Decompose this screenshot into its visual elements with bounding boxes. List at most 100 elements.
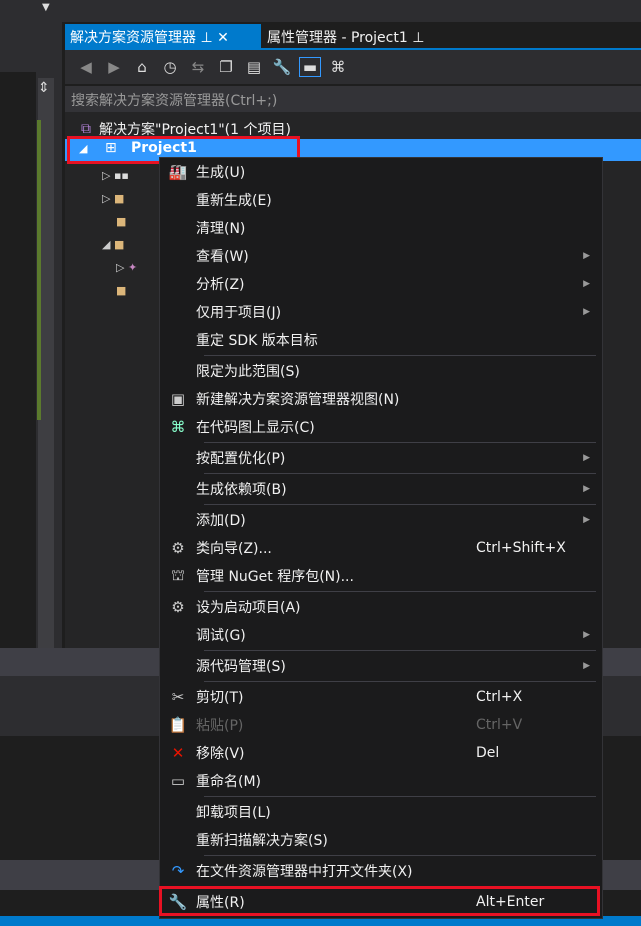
editor-area — [0, 72, 36, 648]
menu-item[interactable]: ⚙ 设为启动项目(A) — [160, 593, 602, 621]
toolbar: ◀ ▶ ⌂ ◷ ⇆ ❐ ▤ 🔧 ▬ ⌘ — [65, 50, 641, 84]
menu-item[interactable]: ✕ 移除(V) Del — [160, 739, 602, 767]
tab-label: 解决方案资源管理器 — [70, 30, 196, 46]
tab-label: 属性管理器 - Project1 — [267, 30, 408, 46]
submenu-arrow-icon: ▶ — [583, 630, 590, 640]
submenu-arrow-icon: ▶ — [583, 661, 590, 671]
code-map-icon[interactable]: ⌘ — [327, 58, 349, 76]
menu-item[interactable]: ↷ 在文件资源管理器中打开文件夹(X) — [160, 857, 602, 885]
new-view-icon: ▣ — [170, 390, 186, 408]
paste-icon: 📋 — [168, 716, 188, 734]
submenu-arrow-icon: ▶ — [583, 453, 590, 463]
folder-icon: ■ — [116, 215, 127, 228]
menu-item[interactable]: ⚙ 类向导(Z)... Ctrl+Shift+X — [160, 534, 602, 562]
menu-item-label: 粘贴(P) — [196, 718, 244, 734]
menu-item-label: 限定为此范围(S) — [196, 364, 300, 380]
submenu-arrow-icon: ▶ — [583, 279, 590, 289]
tree-children: ▷ ▪▪ ▷ ■ ■ ◢ ■ ▷ ✦ ■ — [102, 164, 137, 302]
top-strip — [0, 0, 641, 22]
menu-item[interactable]: 分析(Z) ▶ — [160, 270, 602, 298]
expand-icon[interactable]: ◢ ■ — [102, 233, 137, 256]
pin-icon[interactable]: ⊥ — [200, 30, 212, 46]
menu-item[interactable]: 重新生成(E) — [160, 186, 602, 214]
menu-item[interactable]: 卸载项目(L) — [160, 798, 602, 826]
show-all-files-icon[interactable]: ▤ — [243, 58, 265, 76]
menu-item[interactable]: 仅用于项目(J) ▶ — [160, 298, 602, 326]
menu-item-shortcut: Del — [476, 745, 500, 761]
menu-item-label: 管理 NuGet 程序包(N)... — [196, 569, 354, 585]
expand-icon[interactable]: ▷ ■ — [102, 187, 137, 210]
menu-item[interactable]: 添加(D) ▶ — [160, 506, 602, 534]
submenu-arrow-icon: ▶ — [583, 515, 590, 525]
back-icon[interactable]: ◀ — [75, 58, 97, 76]
menu-item-label: 添加(D) — [196, 513, 246, 529]
properties-wrench-icon[interactable]: 🔧 — [271, 58, 293, 76]
menu-item[interactable]: 查看(W) ▶ — [160, 242, 602, 270]
menu-item[interactable]: ✂ 剪切(T) Ctrl+X — [160, 683, 602, 711]
rename-icon: ▭ — [170, 772, 186, 790]
menu-item-label: 移除(V) — [196, 746, 245, 762]
code-map-icon: ⌘ — [170, 418, 186, 436]
class-wizard-icon: ⚙ — [171, 539, 185, 557]
menu-item[interactable]: 📋 粘贴(P) Ctrl+V — [160, 711, 602, 739]
menu-item[interactable]: ⌘ 在代码图上显示(C) — [160, 413, 602, 441]
menu-item-label: 重命名(M) — [196, 774, 262, 790]
highlight-box-properties — [159, 886, 600, 916]
menu-item-label: 仅用于项目(J) — [196, 305, 282, 321]
submenu-arrow-icon: ▶ — [583, 251, 590, 261]
gear-icon: ⚙ — [171, 598, 185, 616]
split-icon[interactable]: ⇕ — [38, 80, 50, 96]
remove-icon: ✕ — [171, 744, 185, 762]
nuget-icon: ⛫ — [171, 566, 185, 584]
menu-item-shortcut: Ctrl+X — [476, 689, 523, 705]
menu-item[interactable]: 按配置优化(P) ▶ — [160, 444, 602, 472]
history-icon[interactable]: ◷ — [159, 58, 181, 76]
menu-item-label: 按配置优化(P) — [196, 451, 286, 467]
preview-icon[interactable]: ▬ — [299, 57, 321, 77]
forward-icon[interactable]: ▶ — [103, 58, 125, 76]
collapse-all-icon[interactable]: ❐ — [215, 58, 237, 76]
menu-item-label: 设为启动项目(A) — [196, 600, 301, 616]
sync-icon[interactable]: ⇆ — [187, 58, 209, 76]
menu-item-label: 剪切(T) — [196, 690, 244, 706]
menu-item-label: 清理(N) — [196, 221, 246, 237]
close-icon[interactable]: ✕ — [217, 30, 229, 46]
menu-item[interactable]: 源代码管理(S) ▶ — [160, 652, 602, 680]
menu-item[interactable]: 调试(G) ▶ — [160, 621, 602, 649]
menu-item-label: 重定 SDK 版本目标 — [196, 333, 318, 349]
menu-item-label: 查看(W) — [196, 249, 249, 265]
menu-item-label: 在代码图上显示(C) — [196, 420, 315, 436]
solution-icon: ⧉ — [81, 121, 91, 137]
menu-item-label: 卸载项目(L) — [196, 805, 271, 821]
menu-item-label: 分析(Z) — [196, 277, 245, 293]
dropdown-arrow-icon[interactable]: ▼ — [42, 2, 50, 13]
pin-icon[interactable]: ⊥ — [412, 30, 424, 46]
expand-icon[interactable]: ▷ ✦ — [102, 256, 137, 279]
menu-item-label: 调试(G) — [196, 628, 246, 644]
menu-item-label: 生成(U) — [196, 165, 246, 181]
expand-icon[interactable]: ▷ ▪▪ — [102, 164, 137, 187]
search-input[interactable]: 搜索解决方案资源管理器(Ctrl+;) — [65, 86, 641, 112]
menu-item-label: 新建解决方案资源管理器视图(N) — [196, 392, 400, 408]
tab-solution-explorer[interactable]: 解决方案资源管理器 ⊥ ✕ — [65, 24, 261, 48]
menu-item-shortcut: Ctrl+Shift+X — [476, 540, 566, 556]
menu-item[interactable]: 重新扫描解决方案(S) — [160, 826, 602, 854]
menu-item[interactable]: ⛫ 管理 NuGet 程序包(N)... — [160, 562, 602, 590]
folder-icon: ■ — [116, 284, 127, 297]
tab-property-manager[interactable]: 属性管理器 - Project1 ⊥ — [262, 24, 462, 48]
open-folder-icon: ↷ — [171, 862, 185, 880]
home-icon[interactable]: ⌂ — [131, 58, 153, 76]
menu-item[interactable]: 限定为此范围(S) — [160, 357, 602, 385]
menu-item[interactable]: 重定 SDK 版本目标 — [160, 326, 602, 354]
menu-item-label: 重新扫描解决方案(S) — [196, 833, 328, 849]
menu-item[interactable]: ▣ 新建解决方案资源管理器视图(N) — [160, 385, 602, 413]
menu-item[interactable]: 清理(N) — [160, 214, 602, 242]
menu-item-label: 重新生成(E) — [196, 193, 272, 209]
build-icon: 🏭 — [168, 163, 188, 181]
context-menu: 🏭 生成(U) 重新生成(E) 清理(N) 查看(W) ▶ 分析(Z) ▶ 仅用于项目(J) ▶ 重… — [159, 157, 603, 919]
menu-item-label: 类向导(Z)... — [196, 541, 272, 557]
menu-item[interactable]: ▭ 重命名(M) — [160, 767, 602, 795]
menu-item-shortcut: Ctrl+V — [476, 717, 523, 733]
menu-item[interactable]: 生成依赖项(B) ▶ — [160, 475, 602, 503]
menu-item[interactable]: 🏭 生成(U) — [160, 158, 602, 186]
